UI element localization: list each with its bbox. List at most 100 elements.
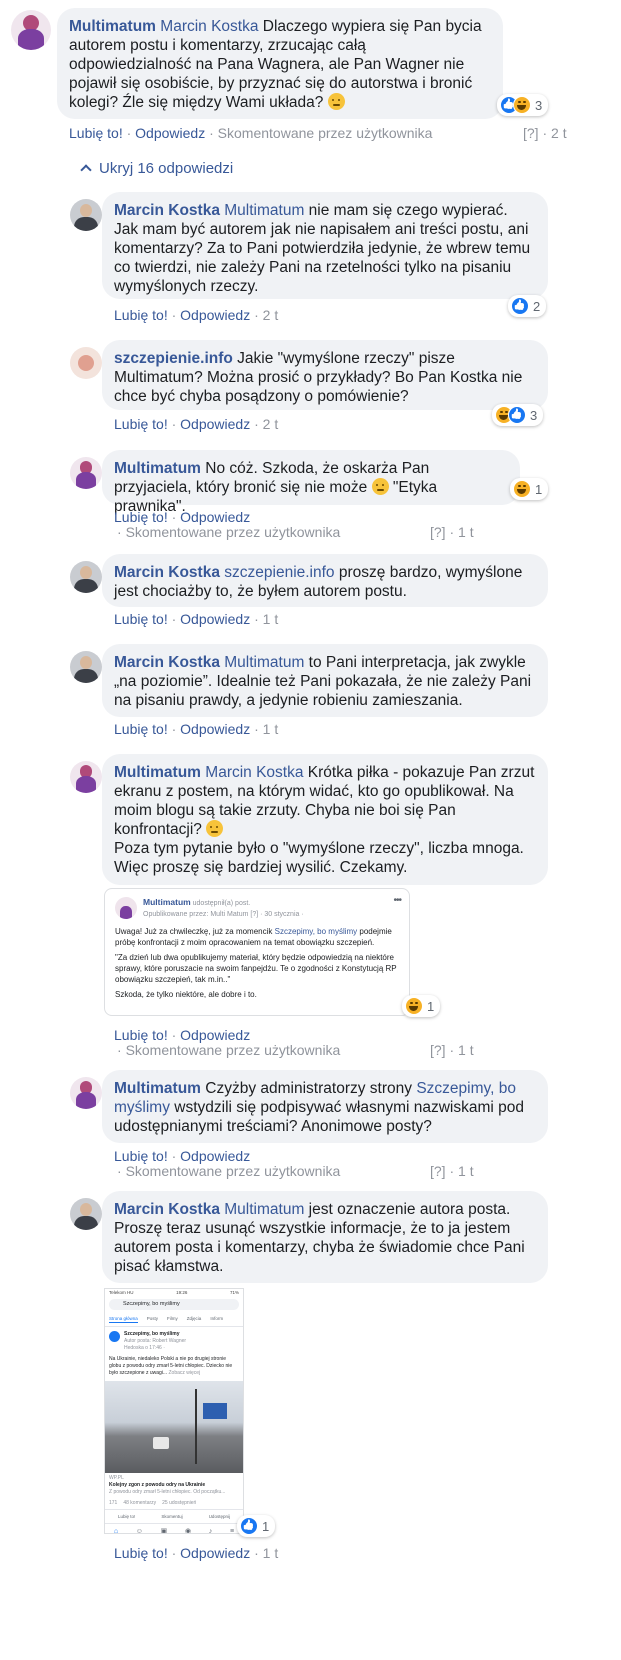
like-link[interactable]: Lubię to! [114,1027,168,1043]
comment-actions: Lubię to! · Odpowiedz [114,1027,251,1043]
help-link[interactable]: [?] [430,524,446,540]
reaction-count: 1 [427,998,435,1014]
reaction-summary[interactable]: 2 [508,295,547,317]
like-link[interactable]: Lubię to! [114,611,168,627]
like-link[interactable]: Lubię to! [114,307,168,323]
like-link[interactable]: Lubię to! [114,509,168,525]
phone-post-text: Na Ukrainie, niedaleko Polski a nie po d… [109,1356,233,1376]
reply-link[interactable]: Odpowiedz [180,416,250,432]
reply-link[interactable]: Odpowiedz [180,509,250,525]
comment-author[interactable]: Marcin Kostka [114,564,220,581]
comment-bubble: szczepienie.info Jakie "wymyślone rzeczy… [102,340,548,410]
reaction-summary[interactable]: 1 [402,995,441,1017]
help-link[interactable]: [?] [523,125,539,141]
shared-post-author: Multimatum [143,897,191,907]
timestamp[interactable]: 1 t [263,721,279,737]
timestamp[interactable]: 1 t [263,611,279,627]
reaction-count: 2 [533,298,541,314]
like-reaction-icon [511,297,529,315]
commented-by-note: Skomentowane przez użytkownika [125,524,341,540]
comment-author[interactable]: Marcin Kostka [114,1201,220,1218]
shared-post-avatar [115,897,137,919]
timestamp[interactable]: 2 t [551,125,567,141]
reaction-summary[interactable]: 3 [497,94,549,116]
comment-author[interactable]: Marcin Kostka [114,654,220,671]
timestamp[interactable]: 1 t [458,1163,474,1179]
comment-bubble: Multimatum Czyżby administratorzy strony… [102,1070,548,1143]
reaction-summary[interactable]: 1 [237,1515,276,1537]
avatar[interactable] [70,761,102,793]
comment-mention[interactable]: szczepienie.info [224,564,334,581]
like-link[interactable]: Lubię to! [114,721,168,737]
commented-by-note: Skomentowane przez użytkownika [125,1163,341,1179]
help-link[interactable]: [?] [430,1042,446,1058]
comment-bubble: Marcin Kostka Multimatum nie mam się cze… [102,192,548,299]
more-options-icon: ••• [393,895,401,906]
like-link[interactable]: Lubię to! [114,416,168,432]
timestamp[interactable]: 1 t [263,1545,279,1561]
avatar[interactable] [70,347,102,379]
avatar[interactable] [70,561,102,593]
comment-mention[interactable]: Multimatum [224,202,304,219]
shared-post-header: Multimatum udostępnił(a) post. Opublikow… [115,897,399,920]
comment-mention[interactable]: Marcin Kostka [205,764,303,781]
comment-author[interactable]: szczepienie.info [114,350,233,367]
like-link[interactable]: Lubię to! [69,125,123,141]
avatar[interactable] [70,199,102,231]
hide-replies-button[interactable]: Ukryj 16 odpowiedzi [80,160,233,177]
comment-meta-right: [?] · 1 t [430,1163,474,1179]
reaction-summary[interactable]: 3 [492,404,544,426]
phone-post-photo [105,1381,243,1473]
phone-screenshot[interactable]: Telekom HU 19:26 71% Szczepimy, bo myślimy… [104,1288,244,1534]
comment-mention[interactable]: Multimatum [224,654,304,671]
reply-link[interactable]: Odpowiedz [180,307,250,323]
avatar[interactable] [70,651,102,683]
avatar[interactable] [11,10,51,50]
haha-reaction-icon [513,480,531,498]
reply-link[interactable]: Odpowiedz [180,721,250,737]
like-reaction-icon [240,1517,258,1535]
shared-post-action: udostępnił(a) post. [190,900,251,907]
phone-bottom-nav: ⌂ ☺ ▣ ◉ ♪ ≡ [105,1523,243,1534]
comment-bubble: Marcin Kostka Multimatum to Pani interpr… [102,644,548,717]
reaction-summary[interactable]: 1 [510,478,549,500]
phone-link-caption: WP.PL Kolejny zgon z powodu odry na Ukra… [109,1475,226,1495]
comment-author[interactable]: Multimatum [69,18,156,35]
reply-link[interactable]: Odpowiedz [180,611,250,627]
menu-icon: ≡ [229,1528,235,1534]
timestamp[interactable]: 1 t [458,1042,474,1058]
help-link[interactable]: [?] [430,1163,446,1179]
comment-meta-right: [?] · 1 t [430,524,474,540]
chevron-up-icon [80,164,92,176]
shared-post-quote: "Za dzień lub dwa opublikujemy materiał,… [115,953,397,984]
comment-author[interactable]: Marcin Kostka [114,202,220,219]
comment-author[interactable]: Multimatum [114,460,201,477]
shared-post-screenshot[interactable]: Multimatum udostępnił(a) post. Opublikow… [104,888,410,1016]
avatar[interactable] [70,457,102,489]
like-link[interactable]: Lubię to! [114,1545,168,1561]
comment-author[interactable]: Multimatum [114,764,201,781]
comment-actions: Lubię to! · Odpowiedz [114,1148,251,1164]
timestamp[interactable]: 2 t [263,416,279,432]
reply-link[interactable]: Odpowiedz [180,1148,250,1164]
comment-actions: Lubię to! · Odpowiedz · 2 t [114,307,279,323]
timestamp[interactable]: 2 t [263,307,279,323]
like-link[interactable]: Lubię to! [114,1148,168,1164]
comment-actions-line2: · Skomentowane przez użytkownika [117,524,341,540]
reaction-count: 1 [535,481,543,497]
avatar[interactable] [70,1198,102,1230]
timestamp[interactable]: 1 t [458,524,474,540]
comment-bubble: Multimatum No cóż. Szkoda, że oskarża Pa… [102,450,520,515]
shared-post-meta: Opublikowane przez: Multi Matum [?] · 30… [143,911,304,918]
phone-post-header: Szczepimy, bo myślimy Autor posta: Rober… [105,1327,243,1356]
comment-text-line2: Poza tym pytanie było o "wymyślone rzecz… [114,840,524,876]
comment-mention[interactable]: Marcin Kostka [160,18,258,35]
reply-link[interactable]: Odpowiedz [135,125,205,141]
haha-reaction-icon [405,997,423,1015]
comment-mention[interactable]: Multimatum [224,1201,304,1218]
phone-counts: 171 48 komentarzy 25 udostępnień [109,1500,197,1506]
reply-link[interactable]: Odpowiedz [180,1545,250,1561]
avatar[interactable] [70,1077,102,1109]
comment-author[interactable]: Multimatum [114,1080,201,1097]
reply-link[interactable]: Odpowiedz [180,1027,250,1043]
